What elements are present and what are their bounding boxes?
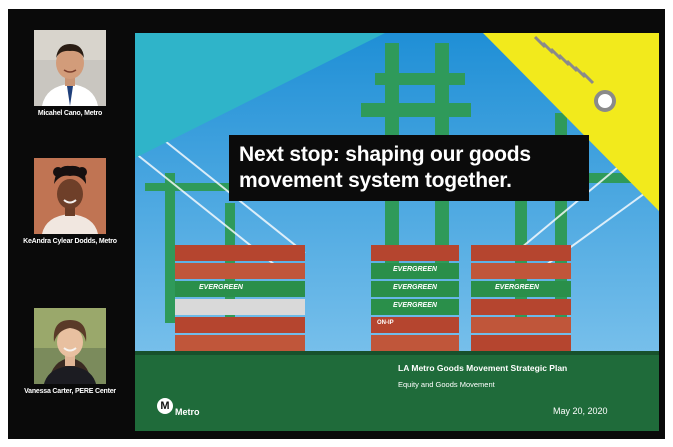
video-call-frame: Micahel Cano, Metro KeAndra Cylear Dodds… [8, 9, 665, 439]
speaker-tile-3[interactable]: Vanessa Carter, PERE Center [8, 308, 132, 396]
port-cranes-photo [135, 33, 659, 431]
speaker-photo-3 [34, 308, 106, 384]
slide-date: May 20, 2020 [553, 406, 608, 416]
speaker-photo-1 [34, 30, 106, 106]
container-label: EVERGREEN [393, 284, 437, 291]
speaker-name-2: KeAndra Cylear Dodds, Metro [23, 238, 117, 245]
container-label: ON-IP [377, 320, 394, 326]
speaker-name-1: Micahel Cano, Metro [37, 110, 103, 117]
container-label: EVERGREEN [393, 266, 437, 273]
container-label: EVERGREEN [393, 302, 437, 309]
metro-logo-icon: M [157, 398, 173, 414]
speaker-tile-1[interactable]: Micahel Cano, Metro [8, 30, 132, 118]
speaker-photo-2 [34, 158, 106, 234]
shared-slide: EVERGREEN EVERGREEN EVERGREEN EVERGREEN … [135, 33, 659, 431]
container-label: EVERGREEN [495, 284, 539, 291]
plan-subtitle: Equity and Goods Movement [398, 380, 495, 389]
slide-headline: Next stop: shaping our goods movement sy… [229, 135, 589, 201]
plan-title: LA Metro Goods Movement Strategic Plan [398, 363, 568, 373]
container-label: EVERGREEN [199, 284, 243, 291]
metro-logo-text: Metro [175, 407, 200, 417]
speaker-name-3: Vanessa Carter, PERE Center [24, 388, 116, 395]
speaker-tile-2[interactable]: KeAndra Cylear Dodds, Metro [8, 158, 132, 246]
